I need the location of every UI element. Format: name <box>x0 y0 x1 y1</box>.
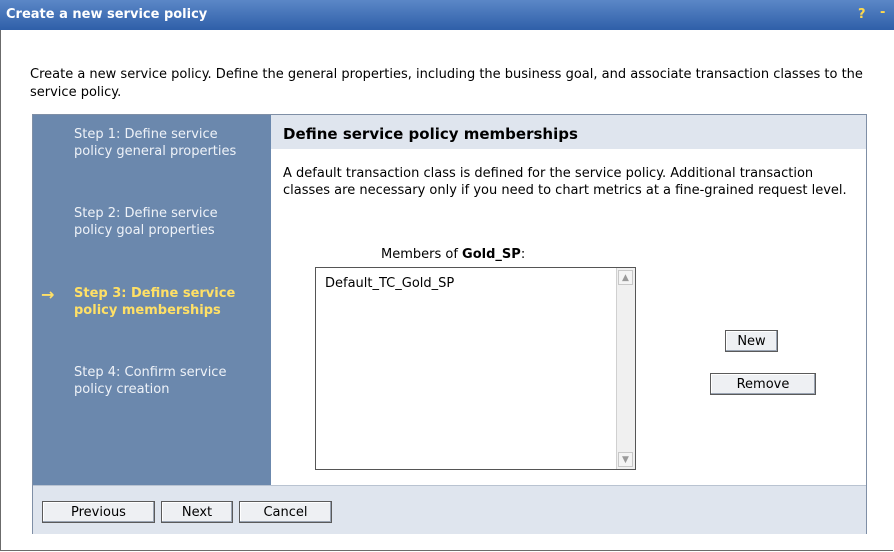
title-bar: Create a new service policy ? - <box>0 0 894 30</box>
members-suffix: : <box>520 247 526 262</box>
scroll-up-icon[interactable]: ▲ <box>618 270 633 285</box>
list-item[interactable]: Default_TC_Gold_SP <box>325 276 454 291</box>
step-2[interactable]: Step 2: Define service policy goal prope… <box>74 205 254 239</box>
page-title: Define service policy memberships <box>271 115 866 149</box>
scroll-down-icon[interactable]: ▼ <box>618 452 633 467</box>
description-text: A default transaction class is defined f… <box>283 166 847 198</box>
scrollbar[interactable]: ▲ ▼ <box>616 268 635 469</box>
members-prefix: Members of <box>381 247 463 262</box>
remove-button[interactable]: Remove <box>710 373 816 395</box>
members-listbox[interactable]: Default_TC_Gold_SP ▲ ▼ <box>315 267 636 470</box>
window-title: Create a new service policy <box>6 7 208 22</box>
new-button[interactable]: New <box>725 330 778 352</box>
members-label: Members of Gold_SP: <box>381 247 525 262</box>
members-policy-name: Gold_SP <box>462 247 521 262</box>
help-icon[interactable]: ? <box>858 7 866 22</box>
intro-text: Create a new service policy. Define the … <box>30 67 863 100</box>
wizard-panel: → Step 1: Define service policy general … <box>32 114 867 534</box>
cancel-button[interactable]: Cancel <box>239 501 332 523</box>
steps-sidebar: → Step 1: Define service policy general … <box>33 115 271 485</box>
step-3: Step 3: Define service policy membership… <box>74 286 236 318</box>
minimize-icon[interactable]: - <box>880 5 885 20</box>
step-1[interactable]: Step 1: Define service policy general pr… <box>74 126 254 160</box>
current-step-arrow-icon: → <box>41 285 55 304</box>
previous-button[interactable]: Previous <box>42 501 155 523</box>
step-4[interactable]: Step 4: Confirm service policy creation <box>74 364 254 398</box>
next-button[interactable]: Next <box>161 501 233 523</box>
wizard-footer: Previous Next Cancel <box>33 485 866 534</box>
content-area: Define service policy memberships A defa… <box>271 115 866 485</box>
